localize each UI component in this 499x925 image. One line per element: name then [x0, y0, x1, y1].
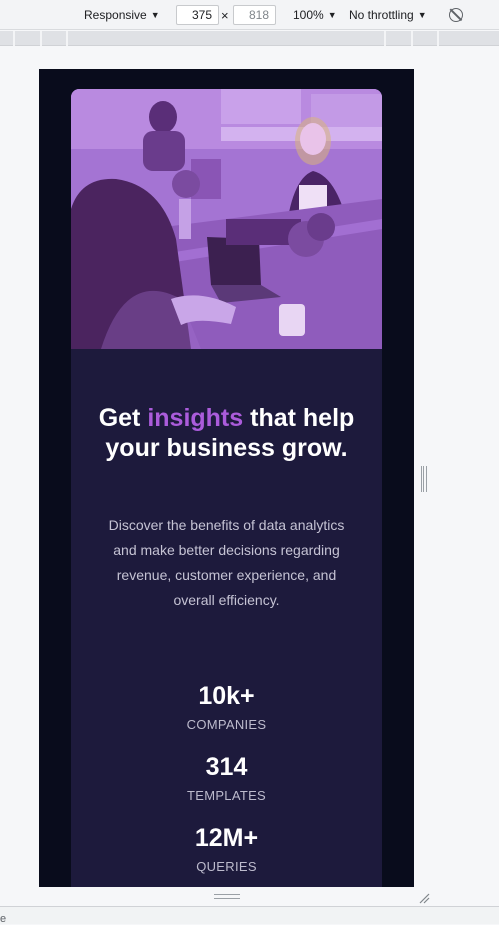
- height-resize-handle[interactable]: [214, 894, 240, 899]
- throttling-select-label: No throttling: [349, 8, 414, 22]
- zoom-select[interactable]: 100% ▼: [293, 7, 337, 23]
- ruler-tick: [437, 31, 439, 46]
- rotate-icon[interactable]: [449, 8, 463, 22]
- device-viewport: Get insights that help your business gro…: [39, 69, 414, 887]
- ruler-tick: [66, 31, 68, 46]
- device-toolbar: Responsive ▼ 375 × 818 100% ▼ No throttlin…: [0, 0, 499, 30]
- corner-resize-icon[interactable]: [418, 892, 430, 904]
- height-input[interactable]: 818: [233, 5, 276, 25]
- chevron-down-icon: ▼: [417, 10, 427, 20]
- width-input[interactable]: 375: [176, 5, 219, 25]
- dimension-separator: ×: [221, 8, 229, 23]
- description: Discover the benefits of data analytics …: [108, 517, 345, 608]
- width-resize-handle[interactable]: [421, 466, 427, 492]
- office-photo: [71, 89, 382, 349]
- headline-text: Get: [98, 404, 148, 432]
- stat-templates: 314 TEMPLATES: [71, 752, 382, 804]
- throttling-select[interactable]: No throttling ▼: [349, 7, 427, 23]
- stat-number: 314: [205, 753, 248, 781]
- headline-accent: insights: [147, 404, 244, 432]
- zoom-select-label: 100%: [293, 8, 324, 22]
- stat-label: TEMPLATES: [186, 788, 267, 803]
- stat-number: 12M+: [194, 824, 259, 852]
- stat-label: COMPANIES: [186, 717, 267, 732]
- ruler-tick: [13, 31, 15, 46]
- ruler-tick: [40, 31, 42, 46]
- stat-label: QUERIES: [196, 859, 257, 874]
- headline: Get insights that help your business gro…: [95, 403, 358, 463]
- device-select[interactable]: Responsive ▼: [84, 7, 160, 23]
- media-query-bar[interactable]: [0, 31, 499, 46]
- stat-number: 10k+: [198, 682, 255, 710]
- ruler-tick: [411, 31, 413, 46]
- stat-companies: 10k+ COMPANIES: [71, 681, 382, 733]
- chevron-down-icon: ▼: [327, 10, 337, 20]
- device-select-label: Responsive: [84, 8, 147, 22]
- ruler-tick: [384, 31, 386, 46]
- stat-queries: 12M+ QUERIES: [71, 823, 382, 875]
- stats-card: Get insights that help your business gro…: [71, 89, 382, 887]
- chevron-down-icon: ▼: [150, 10, 160, 20]
- bottom-status-bar: e: [0, 906, 499, 925]
- status-text: e: [0, 913, 7, 925]
- hero-image: [71, 89, 382, 349]
